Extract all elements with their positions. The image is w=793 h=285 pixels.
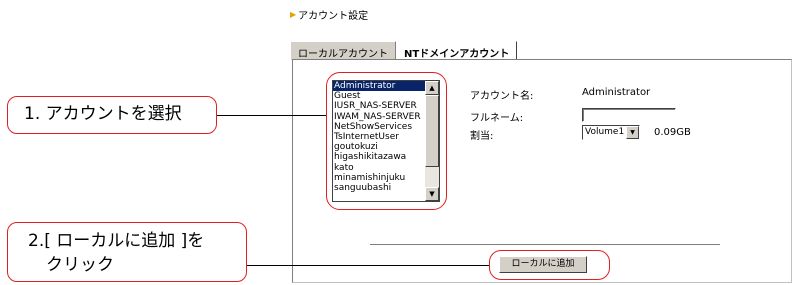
quota-volume-select[interactable]: Volume1 ▼ — [582, 125, 640, 140]
tab-bar: ローカルアカウント NTドメインアカウント — [290, 41, 518, 60]
callout-step1-text: 1. アカウントを選択 — [24, 104, 182, 124]
chevron-down-icon[interactable]: ▼ — [626, 126, 639, 139]
triangle-right-icon: ▶ — [290, 10, 297, 19]
section-title-text: アカウント設定 — [298, 11, 369, 22]
callout-step2-line1: 2.[ ローカルに追加 ]を — [28, 231, 205, 251]
callout-step1: 1. アカウントを選択 — [7, 96, 217, 134]
tab-local-account[interactable]: ローカルアカウント — [290, 41, 396, 60]
callout-step2-line2: クリック — [46, 255, 114, 275]
account-name-label: アカウント名: — [470, 91, 534, 102]
quota-size: 0.09GB — [654, 127, 691, 138]
divider — [370, 244, 720, 246]
quota-volume-value: Volume1 — [585, 127, 625, 137]
fullname-label: フルネーム: — [470, 113, 524, 124]
callout-step2-connector — [247, 265, 489, 266]
callout-step1-connector — [217, 115, 326, 116]
section-title: ▶ アカウント設定 — [290, 7, 368, 22]
listbox-highlight — [326, 72, 447, 210]
fullname-field[interactable] — [582, 108, 676, 122]
quota-label: 割当: — [470, 131, 494, 142]
account-name-value: Administrator — [582, 87, 651, 98]
button-highlight — [489, 250, 610, 280]
callout-step2: 2.[ ローカルに追加 ]を クリック — [7, 222, 247, 282]
tab-nt-domain-account[interactable]: NTドメインアカウント — [396, 41, 518, 60]
